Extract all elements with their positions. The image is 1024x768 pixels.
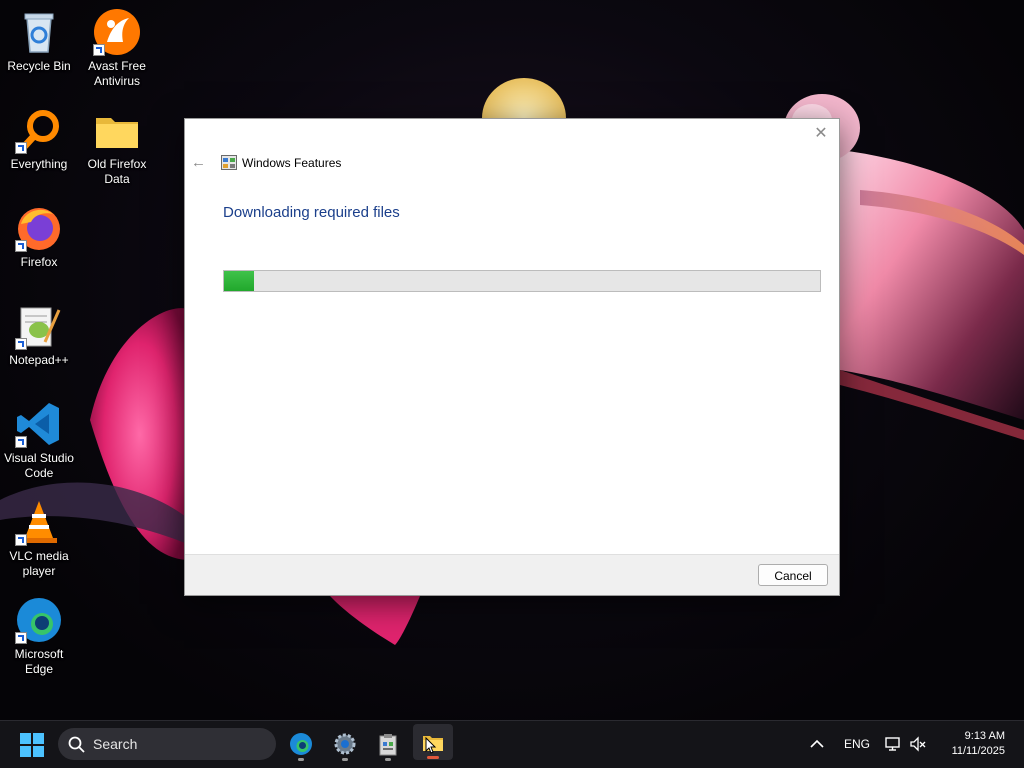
clock-date: 11/11/2025 (951, 745, 1005, 757)
start-button[interactable] (20, 733, 44, 762)
shortcut-arrow-icon (93, 44, 105, 56)
close-icon[interactable]: ✕ (809, 123, 833, 145)
shortcut-arrow-icon (15, 338, 27, 350)
shortcut-arrow-icon (15, 142, 27, 154)
edge-icon (290, 733, 312, 755)
dialog-heading: Downloading required files (223, 204, 400, 221)
search-label: Search (93, 736, 138, 752)
dialog-title: Windows Features (242, 156, 342, 170)
mouse-cursor-icon (425, 737, 437, 754)
cancel-button[interactable]: Cancel (758, 564, 828, 586)
folder-icon (93, 106, 141, 154)
show-hidden-icons-button[interactable] (808, 735, 826, 753)
desktop-icon-recycle-bin[interactable]: Recycle Bin (1, 2, 77, 74)
everything-search-icon (15, 106, 63, 154)
windows-features-app-icon (221, 155, 237, 170)
running-indicator (385, 758, 391, 761)
desktop-icon-label: Everything (10, 157, 68, 171)
notepadpp-icon (15, 302, 63, 350)
vscode-icon (15, 400, 63, 448)
desktop-icon-notepadpp[interactable]: Notepad++ (1, 296, 77, 368)
back-arrow-icon[interactable]: ← (191, 155, 211, 171)
shortcut-arrow-icon (15, 632, 27, 644)
recycle-bin-icon (15, 8, 63, 56)
avast-icon (93, 8, 141, 56)
desktop-icon-firefox[interactable]: Firefox (1, 198, 77, 270)
taskbar-item-edge[interactable] (281, 726, 321, 762)
desktop-icon-label: VLC media player (9, 549, 69, 578)
input-language-indicator[interactable]: ENG (844, 737, 870, 751)
desktop-icon-avast[interactable]: Avast Free Antivirus (79, 2, 155, 89)
taskbar-item-file-explorer[interactable] (413, 724, 453, 760)
desktop-icon-vscode[interactable]: Visual Studio Code (1, 394, 77, 481)
download-progress-bar (223, 270, 821, 292)
desktop-icon-label: Recycle Bin (7, 59, 71, 73)
volume-muted-icon (910, 736, 926, 752)
desktop-icon-label: Firefox (20, 255, 58, 269)
firefox-icon (15, 204, 63, 252)
shortcut-arrow-icon (15, 534, 27, 546)
network-icon (885, 737, 900, 751)
desktop-icon-label: Visual Studio Code (4, 451, 74, 480)
windows-features-dialog: ✕ ← Windows Features Downloading require… (184, 118, 840, 596)
desktop-icon-vlc[interactable]: VLC media player (1, 492, 77, 579)
taskbar-item-clipboard-app[interactable] (368, 726, 408, 762)
desktop-icon-label: Notepad++ (9, 353, 69, 367)
windows-logo-icon (20, 733, 44, 757)
desktop-icon-old-firefox-data[interactable]: Old Firefox Data (79, 100, 155, 187)
shortcut-arrow-icon (15, 436, 27, 448)
desktop-icon-label: Old Firefox Data (87, 157, 147, 186)
desktop-icon-label: Avast Free Antivirus (88, 59, 146, 88)
shortcut-arrow-icon (15, 240, 27, 252)
desktop-icon-edge[interactable]: Microsoft Edge (1, 590, 77, 677)
desktop-icon-label: Microsoft Edge (14, 647, 64, 676)
vlc-icon (15, 498, 63, 546)
clock-time: 9:13 AM (964, 730, 1005, 742)
volume-button[interactable] (909, 735, 927, 753)
settings-icon (334, 733, 356, 755)
chevron-up-icon (810, 739, 824, 748)
desktop-icon-everything[interactable]: Everything (1, 100, 77, 172)
search-icon (68, 736, 85, 753)
progress-bar-fill (224, 271, 254, 291)
network-status-button[interactable] (884, 735, 902, 753)
running-indicator (298, 758, 304, 761)
clipboard-app-icon (379, 734, 397, 756)
taskbar-item-settings[interactable] (325, 726, 365, 762)
running-indicator (342, 758, 348, 761)
running-indicator (427, 756, 439, 759)
dialog-footer: Cancel (185, 554, 839, 595)
taskbar-search-box[interactable]: Search (58, 728, 276, 760)
edge-icon (15, 596, 63, 644)
taskbar-clock[interactable]: 9:13 AM 11/11/2025 (952, 729, 1005, 759)
